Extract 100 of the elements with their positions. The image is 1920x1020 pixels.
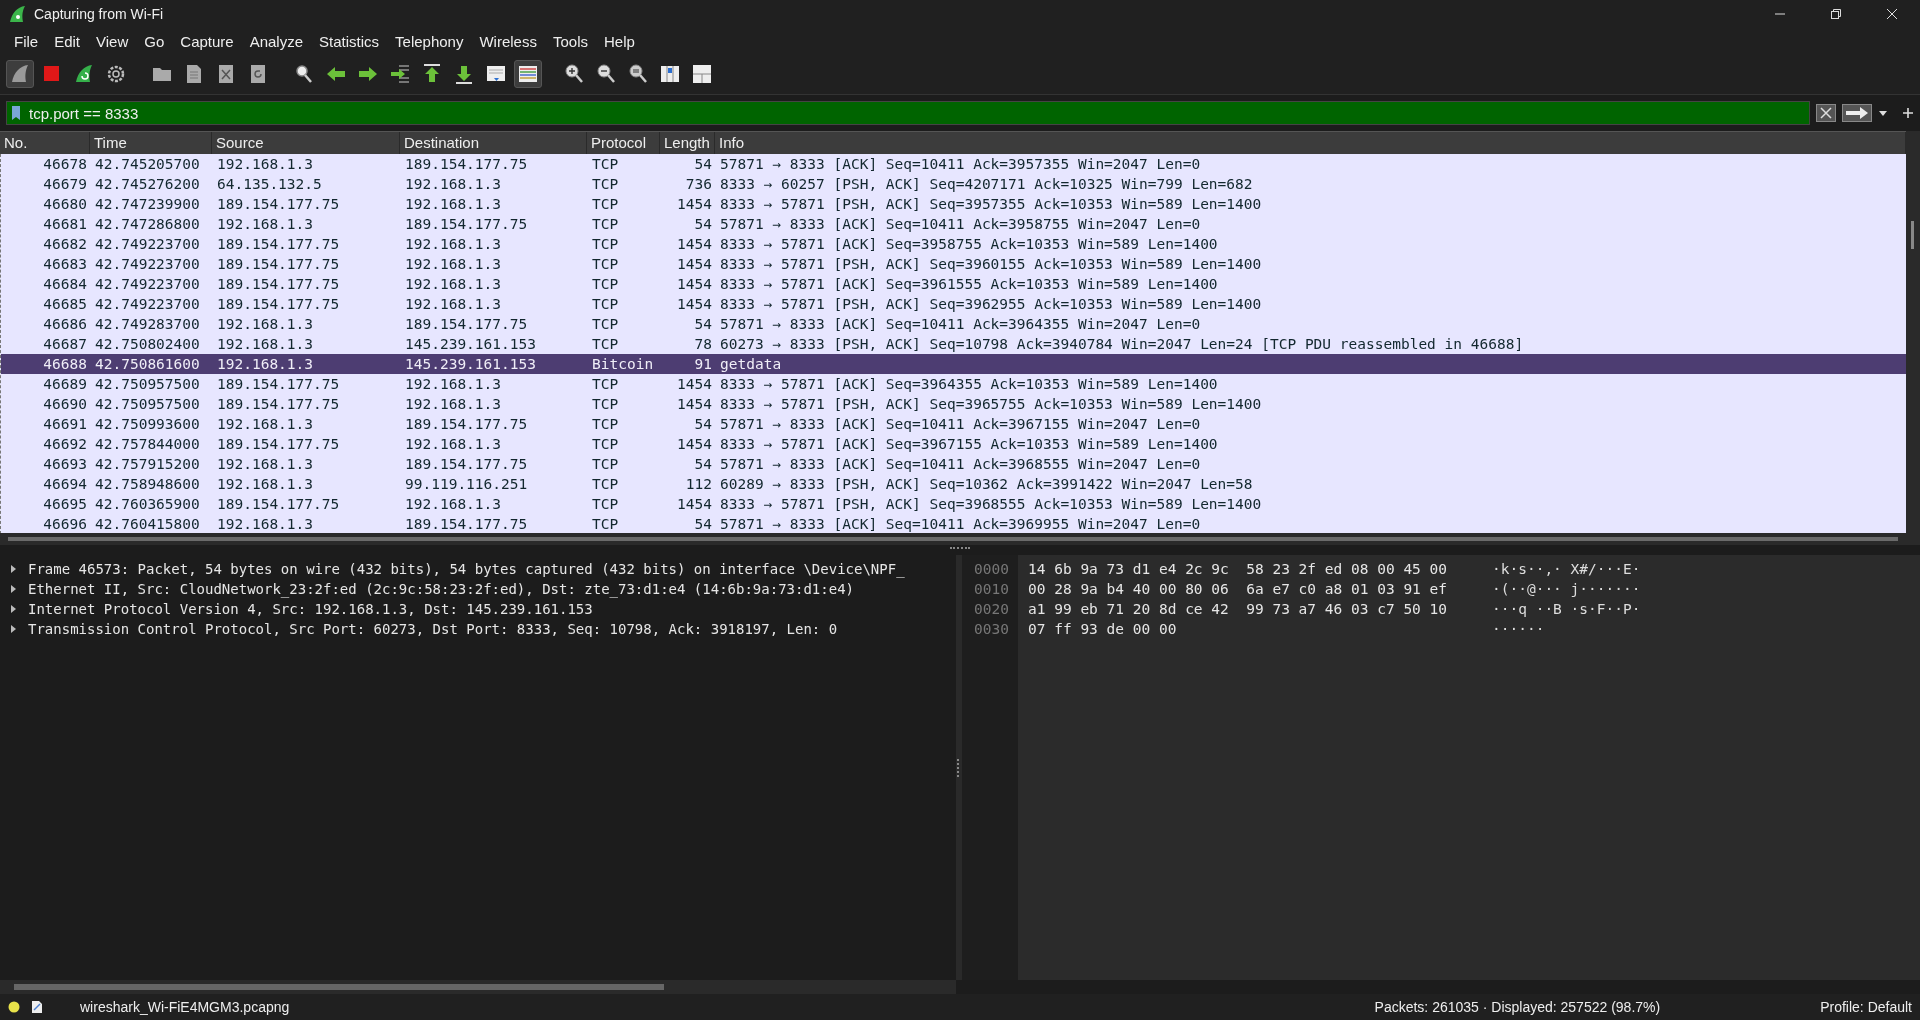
arrow-up-icon[interactable] [421,63,443,85]
table-cell-text: 8333 → 57871 [PSH, ACK] Seq=3957355 Ack=10353 Win=589 Len=1400 [719,196,1263,212]
table-cell-text: 189.154.177.75 [404,156,529,172]
table-cell-text: 189.154.177.75 [216,376,341,392]
table-cell-text: 192.168.1.3 [404,196,503,212]
expand-icon[interactable] [8,584,18,594]
menu-item[interactable]: Telephony [387,32,472,50]
scrollbar[interactable] [1906,131,1920,533]
table-cell-text: 192.168.1.3 [216,156,315,172]
packet-row[interactable]: 46683 42.749223700 189.154.177.75 192.168.1.3 TCP 1454 8333 → 57871 [PSH, ACK] Seq=3960155 Ack=10353 Win=589 Len=1400 [1,254,1906,274]
table-cell-text: 192.168.1.3 [216,416,315,432]
table-cell-text: 192.168.1.3 [404,396,503,412]
ascii-bytes[interactable]: ······ [1492,619,1545,639]
gear-icon[interactable] [105,63,127,85]
hex-bytes[interactable]: 14 6b 9a 73 d1 e4 2c 9c 58 23 2f ed 08 00 45 00 [1028,559,1468,579]
packet-row[interactable]: 46690 42.750957500 189.154.177.75 192.168.1.3 TCP 1454 8333 → 57871 [PSH, ACK] Seq=3965755 Ack=10353 Win=589 Len=1400 [1,394,1906,414]
packet-row[interactable]: 46692 42.757844000 189.154.177.75 192.168.1.3 TCP 1454 8333 → 57871 [ACK] Seq=3967155 Ack=10353 Win=589 Len=1400 [1,434,1906,454]
profile-label[interactable]: Profile: Default [1820,999,1912,1015]
maximize-icon[interactable] [1830,8,1842,20]
scrollbar-thumb[interactable] [8,537,1898,541]
table-cell-text: 57871 → 8333 [ACK] Seq=10411 Ack=3968555 Win=2047 Len=0 [719,456,1202,472]
packet-row[interactable]: 46689 42.750957500 189.154.177.75 192.168.1.3 TCP 1454 8333 → 57871 [ACK] Seq=3964355 Ack=10353 Win=589 Len=1400 [1,374,1906,394]
scrollbar[interactable] [0,980,956,994]
zoom-out-icon[interactable] [595,63,617,85]
ascii-bytes[interactable]: ·(··@··· j······· [1492,579,1641,599]
table-cell-text: 46688 [42,356,88,372]
menu-item[interactable]: Analyze [241,32,312,50]
packet-row[interactable]: 46696 42.760415800 192.168.1.3 189.154.177.75 TCP 54 57871 → 8333 [ACK] Seq=10411 Ack=3969955 Win=2047 Len=0 [1,514,1906,533]
packet-row[interactable]: 46679 42.745276200 64.135.132.5 192.168.1.3 TCP 736 8333 → 60257 [PSH, ACK] Seq=4207171 Ack=10325 Win=799 Len=682 [1,174,1906,194]
packet-row[interactable]: 46688 42.750861600 192.168.1.3 145.239.161.153 Bitcoin 91 getdata [1,354,1906,374]
menu-item[interactable]: Statistics [311,32,388,50]
tree-item[interactable]: Frame 46573: Packet, 54 bytes on wire (432 bits), 54 bytes captured (432 bits) on interface \Device\NPF_ [28,561,905,577]
ascii-bytes[interactable]: ·k·s··,· X#/···E· [1492,559,1641,579]
menu-item[interactable]: Edit [46,32,89,50]
table-cell-text: TCP [591,156,620,172]
resize-columns-icon[interactable] [659,63,681,85]
table-cell-text: 54 [693,316,713,332]
packet-row[interactable]: 46687 42.750802400 192.168.1.3 145.239.161.153 TCP 78 60273 → 8333 [PSH, ACK] Seq=10798 Ack=3940784 Win=2047 Len=24 [TCP PDU reassembled in 46688] [1,334,1906,354]
add-icon[interactable] [1902,107,1914,119]
ascii-bytes[interactable]: ···q ··B ·s·F··P· [1492,599,1641,619]
table-cell-text: 46687 [42,336,88,352]
hex-bytes[interactable]: 00 28 9a b4 40 00 80 06 6a e7 c0 a8 01 03 91 ef [1028,579,1468,599]
hex-bytes[interactable]: 07 ff 93 de 00 00 [1028,619,1468,639]
tree-item[interactable]: Transmission Control Protocol, Src Port: 60273, Dst Port: 8333, Seq: 10798, Ack: 3918197, Len: 0 [28,621,838,637]
menu-item[interactable]: Capture [172,32,242,50]
table-cell-text: 189.154.177.75 [216,236,341,252]
close-icon[interactable] [1886,8,1898,20]
status-dot-icon[interactable] [8,1001,20,1013]
table-cell-text: 42.749223700 [94,276,201,292]
table-cell-text: 8333 → 57871 [ACK] Seq=3964355 Ack=10353 Win=589 Len=1400 [719,376,1219,392]
packet-row[interactable]: 46684 42.749223700 189.154.177.75 192.168.1.3 TCP 1454 8333 → 57871 [ACK] Seq=3961555 Ack=10353 Win=589 Len=1400 [1,274,1906,294]
splitter-handle[interactable] [950,547,970,551]
table-cell-text: 1454 [676,376,713,392]
menu-item[interactable]: File [6,32,47,50]
packet-row[interactable]: 46694 42.758948600 192.168.1.3 99.119.116.251 TCP 112 60289 → 8333 [PSH, ACK] Seq=10362 Ack=3991422 Win=2047 Len=58 [1,474,1906,494]
expand-icon[interactable] [8,624,18,634]
scrollbar-thumb[interactable] [1911,221,1914,249]
search-icon[interactable] [293,63,315,85]
menu-item[interactable]: Go [136,32,173,50]
packet-row[interactable]: 46695 42.760365900 189.154.177.75 192.168.1.3 TCP 1454 8333 → 57871 [PSH, ACK] Seq=3968555 Ack=10353 Win=589 Len=1400 [1,494,1906,514]
packet-row[interactable]: 46691 42.750993600 192.168.1.3 189.154.177.75 TCP 54 57871 → 8333 [ACK] Seq=10411 Ack=3967155 Win=2047 Len=0 [1,414,1906,434]
menu-item[interactable]: Wireless [471,32,545,50]
table-cell-text: 1454 [676,276,713,292]
packet-row[interactable]: 46685 42.749223700 189.154.177.75 192.168.1.3 TCP 1454 8333 → 57871 [PSH, ACK] Seq=3962955 Ack=10353 Win=589 Len=1400 [1,294,1906,314]
hex-bytes[interactable]: a1 99 eb 71 20 8d ce 42 99 73 a7 46 03 c7 50 10 [1028,599,1468,619]
table-cell-text: TCP [591,276,620,292]
menu-item[interactable]: View [88,32,137,50]
table-cell-text: 8333 → 57871 [ACK] Seq=3961555 Ack=10353 Win=589 Len=1400 [719,276,1219,292]
table-cell-text: 57871 → 8333 [ACK] Seq=10411 Ack=3969955 Win=2047 Len=0 [719,516,1202,532]
expand-icon[interactable] [8,564,18,574]
tree-item[interactable]: Ethernet II, Src: CloudNetwork_23:2f:ed (2c:9c:58:23:2f:ed), Dst: zte_73:d1:e4 (14:6b:9a:73:d1:e4) [28,581,854,597]
table-cell-text: 192.168.1.3 [216,336,315,352]
packet-row[interactable]: 46686 42.749283700 192.168.1.3 189.154.177.75 TCP 54 57871 → 8333 [ACK] Seq=10411 Ack=3964355 Win=2047 Len=0 [1,314,1906,334]
arrow-down-icon[interactable] [453,63,475,85]
tree-item[interactable]: Internet Protocol Version 4, Src: 192.168.1.3, Dst: 145.239.161.153 [28,601,593,617]
packet-row[interactable]: 46693 42.757915200 192.168.1.3 189.154.177.75 TCP 54 57871 → 8333 [ACK] Seq=10411 Ack=3968555 Win=2047 Len=0 [1,454,1906,474]
zoom-reset-icon[interactable] [627,63,649,85]
scrollbar[interactable] [0,533,1920,545]
caret-icon[interactable] [1878,109,1888,117]
clear-icon[interactable] [1816,104,1836,122]
packet-row[interactable]: 46682 42.749223700 189.154.177.75 192.168.1.3 TCP 1454 8333 → 57871 [ACK] Seq=3958755 Ack=10353 Win=589 Len=1400 [1,234,1906,254]
restart-icon[interactable] [73,63,95,85]
table-cell-text: 42.749223700 [94,236,201,252]
pane-layout-icon[interactable] [691,63,713,85]
table-cell-text: TCP [591,436,620,452]
note-icon[interactable] [30,1000,44,1014]
packet-row[interactable]: 46681 42.747286800 192.168.1.3 189.154.177.75 TCP 54 57871 → 8333 [ACK] Seq=10411 Ack=3958755 Win=2047 Len=0 [1,214,1906,234]
expand-icon[interactable] [8,604,18,614]
packet-row[interactable]: 46680 42.747239900 189.154.177.75 192.168.1.3 TCP 1454 8333 → 57871 [PSH, ACK] Seq=3957355 Ack=10353 Win=589 Len=1400 [1,194,1906,214]
table-cell-text: 42.749283700 [94,316,201,332]
display-filter-field[interactable]: tcp.port == 8333 [6,101,1810,125]
table-cell-text: 1454 [676,496,713,512]
zoom-in-icon[interactable] [563,63,585,85]
packet-row[interactable]: 46678 42.745205700 192.168.1.3 189.154.177.75 TCP 54 57871 → 8333 [ACK] Seq=10411 Ack=3957355 Win=2047 Len=0 [1,154,1906,174]
bookmark-icon[interactable] [11,105,21,121]
menu-item[interactable]: Help [596,32,643,50]
table-cell-text: 54 [693,156,713,172]
menu-item[interactable]: Tools [544,32,596,50]
go-to-packet-icon[interactable] [389,63,411,85]
scrollbar-thumb[interactable] [14,984,664,990]
